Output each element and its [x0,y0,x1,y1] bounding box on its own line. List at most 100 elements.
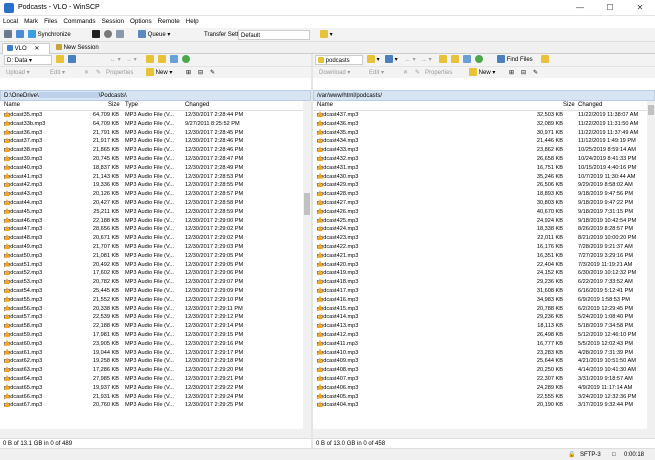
parent-dir-icon[interactable] [146,55,154,65]
gear-icon[interactable] [104,30,112,40]
table-row[interactable]: podcast411.mp3 16,777 KB 5/5/2019 12:02:43… [313,339,655,349]
table-row[interactable]: podcast432.mp3 26,658 KB 10/24/2019 8:41:3… [313,154,655,164]
synchronize-button[interactable]: Synchronize [28,30,71,40]
table-row[interactable]: podcast39.mp3 20,745 KB MP3 Audio File (V.… [0,154,311,164]
open-folder-icon[interactable] [56,55,64,65]
table-row[interactable]: podcast65.mp3 19,937 KB MP3 Audio File (V.… [0,383,311,393]
remote-scroll-thumb[interactable] [648,105,654,115]
table-row[interactable]: podcast425.mp3 24,924 KB 9/18/2019 10:42:5… [313,216,655,226]
table-row[interactable]: podcast48.mp3 20,671 KB MP3 Audio File (V.… [0,234,311,243]
table-row[interactable]: podcast56.mp3 20,338 KB MP3 Audio File (V.… [0,304,311,314]
table-row[interactable]: podcast35.mp3 64,709 KB MP3 Audio File (V.… [0,111,311,120]
table-row[interactable]: podcast405.mp3 22,555 KB 3/24/2019 12:32:3… [313,392,655,402]
remote-filter-icon[interactable]: ▾ [385,55,398,65]
remote-sync-icon[interactable] [541,55,549,65]
remote-vertical-scrollbar[interactable] [647,101,655,438]
remote-parent-dir-icon[interactable] [439,55,447,65]
rename-icon[interactable]: ✎ [96,68,101,78]
table-row[interactable]: podcast423.mp3 22,011 KB 8/21/2019 10:00:2… [313,234,655,243]
table-row[interactable]: podcast44.mp3 20,427 KB MP3 Audio File (V.… [0,198,311,208]
table-row[interactable]: podcast422.mp3 16,176 KB 7/28/2019 9:21:37… [313,242,655,252]
menu-options[interactable]: Options [127,16,155,28]
local-path-bar[interactable]: D:\OneDrive\ \Podcasts\ [0,90,311,101]
remote-properties-button[interactable]: Properties [425,68,452,78]
maximize-button[interactable]: ☐ [595,0,625,16]
console-icon[interactable] [92,30,100,40]
menu-mark[interactable]: Mark [21,16,41,28]
copy-icon[interactable] [116,30,124,40]
remote-dir-select[interactable]: podcasts [315,55,363,65]
transfer-settings-select[interactable]: Default [238,30,310,40]
transfer-options-icon[interactable]: ▾ [320,30,333,40]
table-row[interactable]: podcast428.mp3 18,893 KB 9/18/2019 9:47:56… [313,190,655,199]
table-row[interactable]: podcast50.mp3 21,081 KB MP3 Audio File (V.… [0,251,311,261]
table-row[interactable]: podcast49.mp3 21,707 KB MP3 Audio File (V.… [0,242,311,252]
table-row[interactable]: podcast40.mp3 18,837 KB MP3 Audio File (V.… [0,163,311,173]
table-row[interactable]: podcast421.mp3 16,351 KB 7/27/2019 3:29:16… [313,251,655,261]
table-row[interactable]: podcast409.mp3 25,644 KB 4/21/2019 10:51:5… [313,357,655,366]
table-row[interactable]: podcast59.mp3 17,981 KB MP3 Audio File (V.… [0,330,311,340]
table-row[interactable]: podcast435.mp3 30,971 KB 11/22/2019 11:37:… [313,128,655,138]
remote-forward-icon[interactable]: → ▾ [421,55,432,65]
new-button[interactable]: New ▾ [146,68,172,78]
table-row[interactable]: podcast46.mp3 22,188 KB MP3 Audio File (V.… [0,216,311,226]
table-row[interactable]: podcast43.mp3 20,126 KB MP3 Audio File (V.… [0,190,311,199]
deselect-icon[interactable]: ⊟ [198,68,203,78]
table-row[interactable]: podcast58.mp3 22,188 KB MP3 Audio File (V.… [0,322,311,331]
table-row[interactable]: podcast60.mp3 23,905 KB MP3 Audio File (V.… [0,339,311,349]
grid-icon[interactable] [4,30,12,40]
table-row[interactable]: podcast54.mp3 25,445 KB MP3 Audio File (V.… [0,286,311,296]
remote-delete-icon[interactable]: ✕ [403,68,408,78]
close-button[interactable]: ✕ [625,0,655,16]
remote-invert-selection-icon[interactable]: ✎ [533,68,538,78]
download-button[interactable]: Download ▾ [319,68,350,78]
table-row[interactable]: podcast427.mp3 30,803 KB 9/18/2019 9:47:22… [313,198,655,208]
table-row[interactable]: podcast419.mp3 24,152 KB 6/30/2019 10:12:3… [313,269,655,278]
local-drive-select[interactable]: D: Data ▾ [4,55,52,65]
table-row[interactable]: podcast415.mp3 20,788 KB 6/2/2019 12:29:45… [313,304,655,314]
menu-remote[interactable]: Remote [155,16,183,28]
col-name[interactable]: Name [4,101,20,110]
select-all-icon[interactable]: ⊞ [186,68,191,78]
table-row[interactable]: podcast66.mp3 21,931 KB MP3 Audio File (V.… [0,392,311,402]
minimize-button[interactable]: — [565,0,595,16]
remote-edit-button[interactable]: Edit ▾ [369,68,384,78]
remote-select-all-icon[interactable]: ⊞ [509,68,514,78]
table-row[interactable]: podcast433.mp3 23,862 KB 10/25/2019 8:59:1… [313,146,655,155]
table-row[interactable]: podcast406.mp3 24,289 KB 4/9/2019 11:17:14… [313,383,655,393]
remote-home-icon[interactable] [463,55,471,65]
remote-rename-icon[interactable]: ✎ [415,68,420,78]
remote-horizontal-scrollbar[interactable] [313,429,655,438]
menu-files[interactable]: Files [41,16,60,28]
table-row[interactable]: podcast47.mp3 28,656 KB MP3 Audio File (V.… [0,225,311,234]
remote-root-dir-icon[interactable] [451,55,459,65]
table-row[interactable]: podcast431.mp3 16,751 KB 10/15/2019 4:40:1… [313,163,655,173]
table-row[interactable]: podcast37.mp3 21,917 KB MP3 Audio File (V.… [0,137,311,146]
table-row[interactable]: podcast55.mp3 21,552 KB MP3 Audio File (V.… [0,295,311,305]
table-row[interactable]: podcast437.mp3 32,503 KB 11/22/2019 11:38:… [313,111,655,120]
table-row[interactable]: podcast61.mp3 19,044 KB MP3 Audio File (V.… [0,348,311,358]
menu-help[interactable]: Help [183,16,202,28]
properties-button[interactable]: Properties [106,68,133,78]
col-changed[interactable]: Changed [185,101,209,110]
menu-commands[interactable]: Commands [60,16,98,28]
local-horizontal-scrollbar[interactable] [0,429,311,438]
table-row[interactable]: podcast62.mp3 19,258 KB MP3 Audio File (V.… [0,357,311,366]
root-dir-icon[interactable] [158,55,166,65]
table-row[interactable]: podcast64.mp3 27,985 KB MP3 Audio File (V.… [0,374,311,384]
menu-session[interactable]: Session [99,16,127,28]
table-row[interactable]: podcast426.mp3 40,670 KB 9/18/2019 7:31:15… [313,207,655,217]
table-row[interactable]: podcast418.mp3 29,236 KB 6/22/2019 7:33:52… [313,278,655,287]
table-row[interactable]: podcast407.mp3 22,307 KB 3/31/2019 9:18:57… [313,374,655,384]
tab-vlo[interactable]: VLO ✕ [2,43,50,54]
table-row[interactable]: podcast410.mp3 23,283 KB 4/28/2019 7:31:39… [313,348,655,358]
upload-button[interactable]: Upload ▾ [6,68,30,78]
table-row[interactable]: podcast36.mp3 21,791 KB MP3 Audio File (V.… [0,128,311,138]
back-icon[interactable]: ← ▾ [110,55,121,65]
remote-col-changed[interactable]: Changed [578,101,602,110]
table-row[interactable]: podcast413.mp3 18,113 KB 5/18/2019 7:34:58… [313,322,655,331]
table-row[interactable]: podcast408.mp3 20,250 KB 4/14/2019 10:41:3… [313,366,655,375]
remote-back-icon[interactable]: ← ▾ [405,55,416,65]
table-row[interactable]: podcast430.mp3 35,246 KB 10/7/2019 11:30:4… [313,172,655,182]
compare-icon[interactable] [16,30,24,40]
